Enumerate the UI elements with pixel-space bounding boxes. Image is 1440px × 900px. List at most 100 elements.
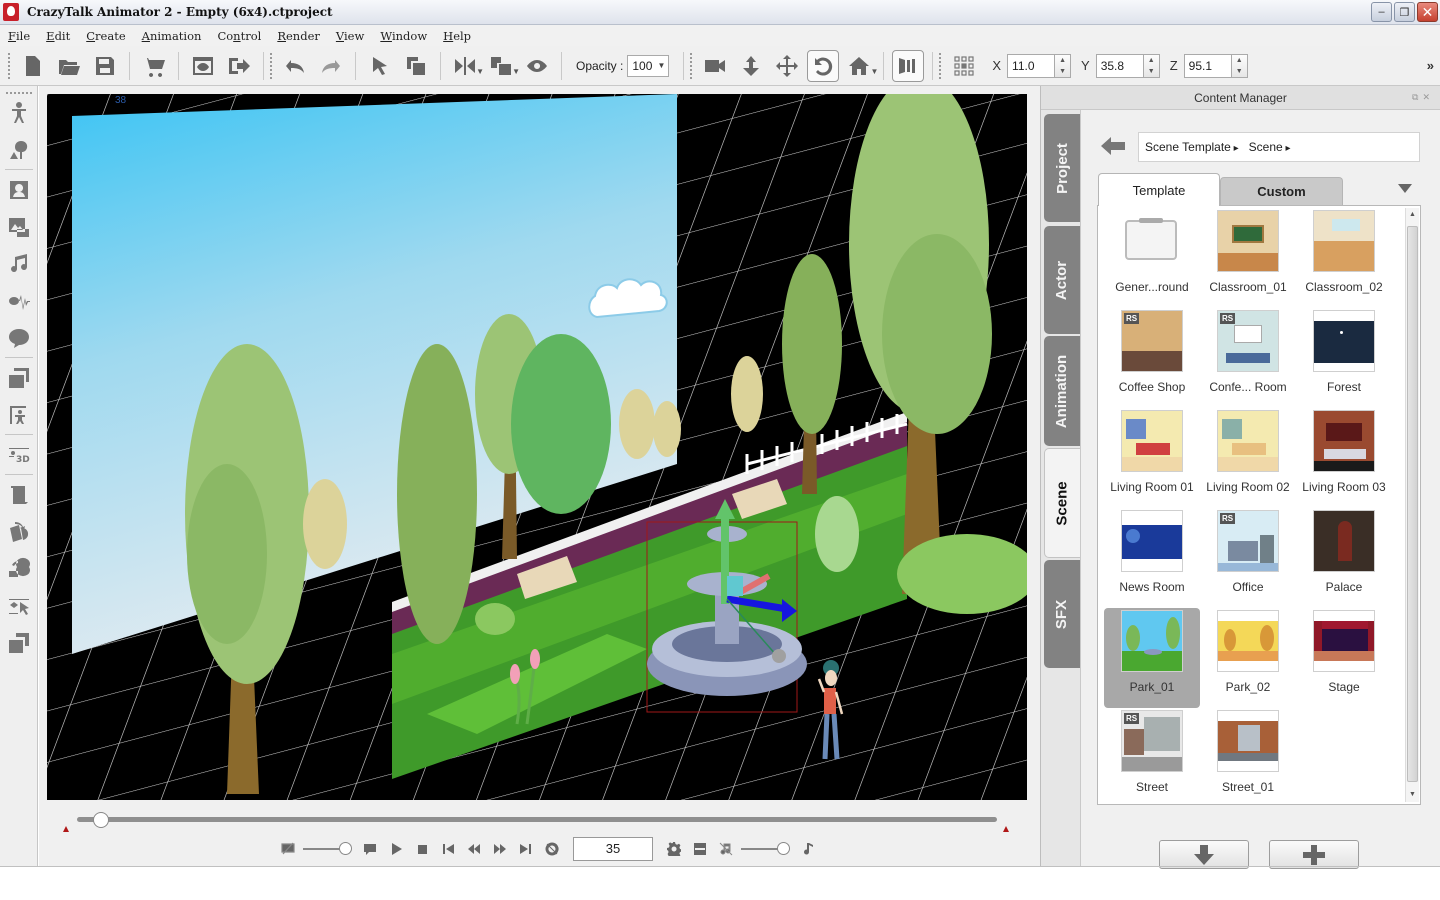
open-project-icon[interactable] <box>53 50 85 82</box>
undo-icon[interactable] <box>279 50 311 82</box>
scene-template-item[interactable]: News Room <box>1104 508 1200 608</box>
scene-template-item[interactable]: RS Coffee Shop <box>1104 308 1200 408</box>
spin-down-icon[interactable]: ▼ <box>1148 68 1155 75</box>
new-project-icon[interactable] <box>17 50 49 82</box>
flip-icon[interactable]: ▼ <box>449 50 484 82</box>
filter-dropdown-icon[interactable] <box>1398 184 1412 193</box>
scene-template-item[interactable]: Gener...round <box>1104 208 1200 308</box>
toolbar-overflow-button[interactable]: » <box>1427 58 1434 73</box>
rotate-icon[interactable] <box>807 49 840 82</box>
spin-down-icon[interactable]: ▼ <box>1236 68 1243 75</box>
menu-view[interactable]: View <box>328 29 372 43</box>
music-note-icon[interactable] <box>0 245 38 282</box>
scene-template-item[interactable]: RS Confe... Room <box>1200 308 1296 408</box>
preview-icon[interactable] <box>187 50 219 82</box>
stop-button[interactable] <box>409 837 435 861</box>
spin-up-icon[interactable]: ▲ <box>1236 57 1243 64</box>
z-spin-buttons[interactable]: ▲ ▼ <box>1231 53 1248 78</box>
copy-layers-icon[interactable] <box>0 624 38 661</box>
scene-template-item[interactable]: RS Street <box>1104 708 1200 804</box>
menu-animation[interactable]: Animation <box>134 29 210 43</box>
scene-template-item[interactable]: Living Room 02 <box>1200 408 1296 508</box>
close-button[interactable]: ✕ <box>1417 2 1438 22</box>
z-input[interactable]: 95.1 <box>1183 53 1232 78</box>
move-vertical-icon[interactable] <box>735 50 767 82</box>
side-tab-actor[interactable]: Actor <box>1044 226 1080 334</box>
scene-template-item[interactable]: Stage <box>1296 608 1392 708</box>
menu-control[interactable]: Control <box>209 29 269 43</box>
breadcrumb-item[interactable]: Scene Template <box>1145 140 1239 154</box>
attach-link-icon[interactable]: ▼ <box>485 50 520 82</box>
minimize-button[interactable]: – <box>1371 2 1392 22</box>
slider-knob[interactable] <box>339 842 352 855</box>
timeline-track[interactable] <box>77 817 997 822</box>
scene-template-item[interactable]: Living Room 01 <box>1104 408 1200 508</box>
toolbar-grip[interactable] <box>690 52 693 79</box>
apply-download-button[interactable] <box>1159 840 1249 869</box>
y-input[interactable]: 35.8 <box>1095 53 1144 78</box>
save-project-icon[interactable] <box>89 50 121 82</box>
play-button[interactable] <box>383 837 409 861</box>
prop-tree-icon[interactable] <box>0 131 38 168</box>
breadcrumb-item[interactable]: Scene <box>1249 140 1291 154</box>
menu-render[interactable]: Render <box>269 29 328 43</box>
tab-template[interactable]: Template <box>1098 173 1220 206</box>
scene-viewport[interactable]: 38 <box>47 94 1027 800</box>
scene-canvas[interactable] <box>47 94 1027 800</box>
timeline-view-icon[interactable] <box>687 837 713 861</box>
timeline-end-marker[interactable] <box>1003 826 1009 832</box>
menu-edit[interactable]: Edit <box>38 29 78 43</box>
last-frame-button[interactable] <box>513 837 539 861</box>
camera-icon[interactable] <box>699 50 731 82</box>
motion-edit-icon[interactable] <box>0 513 38 550</box>
add-button[interactable] <box>1269 840 1359 869</box>
settings-gear-icon[interactable] <box>661 837 687 861</box>
tab-custom[interactable]: Custom <box>1220 177 1343 205</box>
toolbar-grip[interactable] <box>939 52 942 79</box>
next-frame-button[interactable] <box>487 837 513 861</box>
slider-knob[interactable] <box>777 842 790 855</box>
reset-home-icon[interactable]: ▼ <box>843 50 878 82</box>
x-input[interactable]: 11.0 <box>1007 53 1056 78</box>
text-bubble-icon[interactable] <box>0 319 38 356</box>
scene-template-item[interactable]: RS Office <box>1200 508 1296 608</box>
actor-frame-icon[interactable] <box>0 396 38 433</box>
duplicate-icon[interactable] <box>400 50 432 82</box>
face-photo-icon[interactable] <box>0 171 38 208</box>
perspective-icon[interactable] <box>892 49 925 82</box>
scene-template-item[interactable]: Forest <box>1296 308 1392 408</box>
scene-template-item[interactable]: Classroom_02 <box>1296 208 1392 308</box>
voice-wave-icon[interactable] <box>0 282 38 319</box>
visibility-eye-icon[interactable] <box>521 50 553 82</box>
sfx-effect-icon[interactable] <box>0 550 38 587</box>
export-icon[interactable] <box>223 50 255 82</box>
scroll-thumb[interactable] <box>1407 226 1418 782</box>
previous-frame-button[interactable] <box>461 837 487 861</box>
scene-template-item[interactable]: Palace <box>1296 508 1392 608</box>
back-arrow-icon[interactable] <box>1101 136 1125 156</box>
x-spin-buttons[interactable]: ▲ ▼ <box>1055 53 1072 78</box>
scene-template-item[interactable]: Classroom_01 <box>1200 208 1296 308</box>
scene-template-item[interactable]: Park_01 <box>1104 608 1200 708</box>
menu-window[interactable]: Window <box>372 29 435 43</box>
side-tab-project[interactable]: Project <box>1044 114 1080 222</box>
spin-down-icon[interactable]: ▼ <box>1059 68 1066 75</box>
timeline-start-marker[interactable] <box>63 826 69 832</box>
side-tab-scene[interactable]: Scene <box>1044 448 1080 558</box>
content-store-cart-icon[interactable] <box>138 50 170 82</box>
image-media-icon[interactable] <box>0 208 38 245</box>
first-frame-button[interactable] <box>435 837 461 861</box>
menu-create[interactable]: Create <box>78 29 133 43</box>
scene-template-item[interactable]: Park_02 <box>1200 608 1296 708</box>
opacity-select[interactable]: 100 ▼ <box>627 54 670 77</box>
y-spin-buttons[interactable]: ▲ ▼ <box>1143 53 1160 78</box>
script-scroll-icon[interactable] <box>0 476 38 513</box>
actor-select-icon[interactable] <box>0 94 38 131</box>
layout-scene-icon[interactable] <box>0 359 38 396</box>
grid-scrollbar[interactable]: ▲ ▼ <box>1405 208 1419 802</box>
scroll-down-icon[interactable]: ▼ <box>1406 788 1419 802</box>
select-arrow-icon[interactable] <box>364 50 396 82</box>
select-key-icon[interactable] <box>0 587 38 624</box>
side-tab-animation[interactable]: Animation <box>1044 336 1080 446</box>
loop-toggle-icon[interactable] <box>539 837 565 861</box>
